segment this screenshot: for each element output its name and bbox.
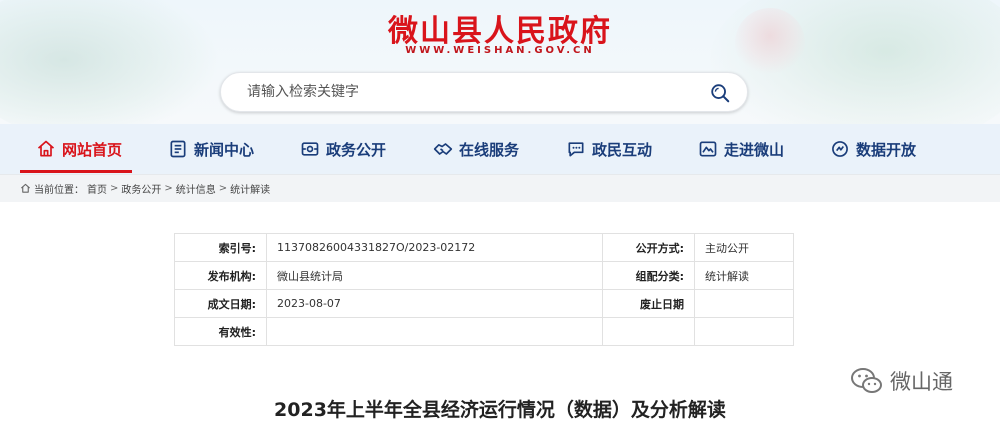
article-title: 2023年上半年全县经济运行情况（数据）及分析解读: [274, 399, 726, 421]
nav-item-government[interactable]: 政务公开: [300, 124, 386, 174]
empty-value: [694, 317, 794, 346]
nav-item-home[interactable]: 网站首页: [36, 124, 122, 174]
validity-label: 有效性:: [174, 317, 267, 346]
wechat-icon: [851, 368, 882, 393]
nav-active-underline: [20, 170, 132, 173]
category-value: 统计解读: [694, 261, 794, 290]
abolish-date-label: 废止日期: [602, 289, 695, 318]
publisher-label: 发布机构:: [174, 261, 267, 290]
category-label: 组配分类:: [602, 261, 695, 290]
disclosure-value: 主动公开: [694, 233, 794, 262]
search-box: [220, 72, 748, 112]
breadcrumb-prefix: 当前位置：: [34, 185, 84, 196]
nav-label-interaction: 政民互动: [592, 140, 653, 159]
validity-value: [266, 317, 603, 346]
written-date-label: 成文日期:: [174, 289, 267, 318]
watermark-label: 微山通: [890, 370, 953, 394]
news-icon: [170, 140, 186, 158]
nav-label-open-data: 数据开放: [856, 140, 917, 159]
breadcrumb-separator: >: [110, 183, 119, 194]
search-input[interactable]: [247, 73, 687, 111]
written-date-value: 2023-08-07: [266, 289, 603, 318]
nav-item-interaction[interactable]: 政民互动: [566, 124, 652, 174]
nav-label-home: 网站首页: [62, 140, 123, 159]
nav-item-weishan[interactable]: 走进微山: [698, 124, 784, 174]
index-label: 索引号:: [174, 233, 267, 262]
page: 微山县人民政府 WWW.WEISHAN.GOV.CN 网站首页 新闻中心 政务公…: [0, 0, 1000, 427]
wechat-watermark: 微山通: [850, 366, 953, 396]
table-row: 发布机构: 微山县统计局 组配分类: 统计解读: [174, 261, 794, 290]
nav-label-online-service: 在线服务: [459, 140, 520, 159]
nav-label-weishan: 走进微山: [724, 140, 785, 159]
site-title[interactable]: 微山县人民政府: [0, 6, 1000, 50]
nav-label-government: 政务公开: [326, 140, 387, 159]
breadcrumb-home[interactable]: 首页: [87, 181, 107, 196]
search-icon[interactable]: [709, 82, 731, 104]
breadcrumb-statistics[interactable]: 统计信息: [176, 181, 216, 196]
nav-item-news[interactable]: 新闻中心: [168, 124, 254, 174]
table-row: 有效性:: [174, 317, 794, 346]
breadcrumb-separator: >: [218, 183, 228, 194]
abolish-date-value: [694, 289, 794, 318]
breadcrumb-bar: 当前位置： 首页 > 政务公开 > 统计信息 > 统计解读: [0, 174, 1000, 202]
site-domain: WWW.WEISHAN.GOV.CN: [405, 45, 595, 56]
table-row: 索引号: 11370826004331827O/2023-02172 公开方式:…: [174, 233, 794, 262]
government-icon: [301, 142, 319, 156]
header-banner: 微山县人民政府 WWW.WEISHAN.GOV.CN: [0, 0, 1000, 124]
index-value: 11370826004331827O/2023-02172: [266, 233, 603, 262]
chat-icon: [568, 142, 584, 157]
breadcrumb: 当前位置： 首页 > 政务公开 > 统计信息 > 统计解读: [20, 181, 270, 196]
breadcrumb-separator: >: [164, 183, 173, 194]
map-icon: [699, 141, 717, 157]
breadcrumb-interpretation[interactable]: 统计解读: [230, 181, 270, 196]
document-info-table: 索引号: 11370826004331827O/2023-02172 公开方式:…: [174, 233, 794, 346]
home-small-icon: [21, 183, 30, 193]
handshake-icon: [433, 143, 453, 155]
data-globe-icon: [832, 141, 848, 157]
publisher-value: 微山县统计局: [266, 261, 603, 290]
nav-item-online-service[interactable]: 在线服务: [433, 124, 519, 174]
home-icon: [37, 140, 55, 157]
nav-item-open-data[interactable]: 数据开放: [830, 124, 916, 174]
table-row: 成文日期: 2023-08-07 废止日期: [174, 289, 794, 318]
main-nav: 网站首页 新闻中心 政务公开 在线服务 政民互动 走进微山 数据开放: [0, 124, 1000, 174]
empty-label: [602, 317, 695, 346]
nav-label-news: 新闻中心: [194, 140, 255, 159]
disclosure-label: 公开方式:: [602, 233, 695, 262]
breadcrumb-government[interactable]: 政务公开: [121, 181, 161, 196]
